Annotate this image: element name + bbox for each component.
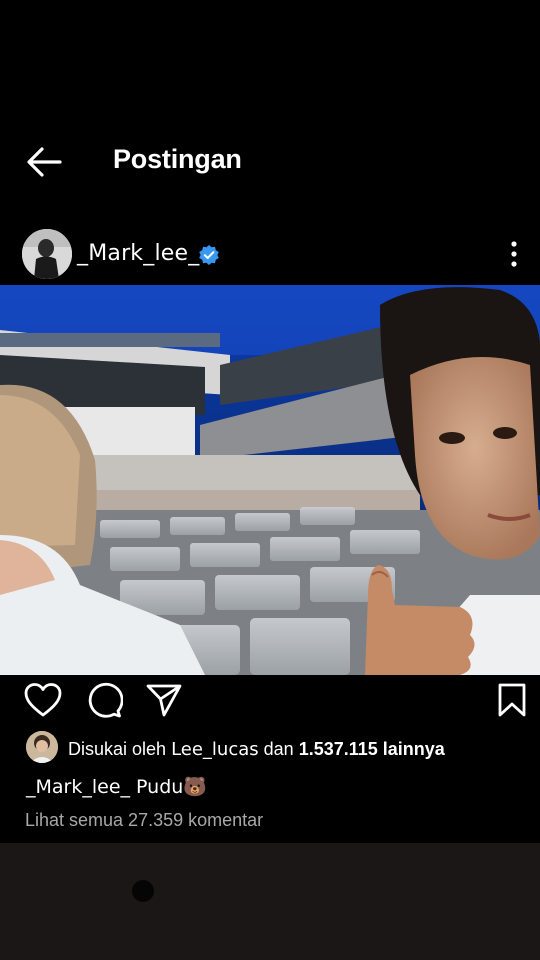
likes-middle: dan (258, 739, 299, 759)
page-title: Postingan (113, 144, 242, 174)
bookmark-icon (498, 683, 526, 717)
likes-prefix: Disukai oleh (68, 739, 172, 759)
liker-username[interactable]: Lee_lucas (171, 739, 259, 760)
view-comments-link[interactable]: Lihat semua 27.359 komentar (25, 810, 263, 831)
share-button[interactable] (145, 682, 183, 718)
caption-username[interactable]: _Mark_lee_ (26, 776, 130, 798)
likes-count[interactable]: 1.537.115 lainnya (299, 739, 445, 759)
post-photo[interactable] (0, 285, 540, 675)
arrow-left-icon (27, 147, 62, 177)
home-indicator-dot (132, 880, 154, 902)
liker-avatar[interactable] (26, 731, 58, 763)
likes-summary[interactable]: Disukai oleh Lee_lucas dan 1.537.115 lai… (68, 739, 445, 760)
avatar[interactable] (22, 229, 72, 279)
comment-icon (88, 682, 124, 718)
heart-icon (24, 683, 62, 717)
like-button[interactable] (23, 682, 63, 718)
caption-text: Pudu🐻 (130, 776, 207, 798)
bottom-area (0, 843, 540, 960)
verified-badge-icon (198, 244, 220, 266)
post-caption: _Mark_lee_ Pudu🐻 (26, 775, 207, 798)
more-options-button[interactable] (505, 240, 523, 268)
back-button[interactable] (22, 142, 66, 182)
send-icon (146, 684, 182, 717)
save-button[interactable] (496, 682, 528, 718)
post-username[interactable]: _Mark_lee_ (77, 241, 199, 266)
comment-button[interactable] (85, 681, 124, 719)
more-vertical-icon (511, 241, 517, 267)
